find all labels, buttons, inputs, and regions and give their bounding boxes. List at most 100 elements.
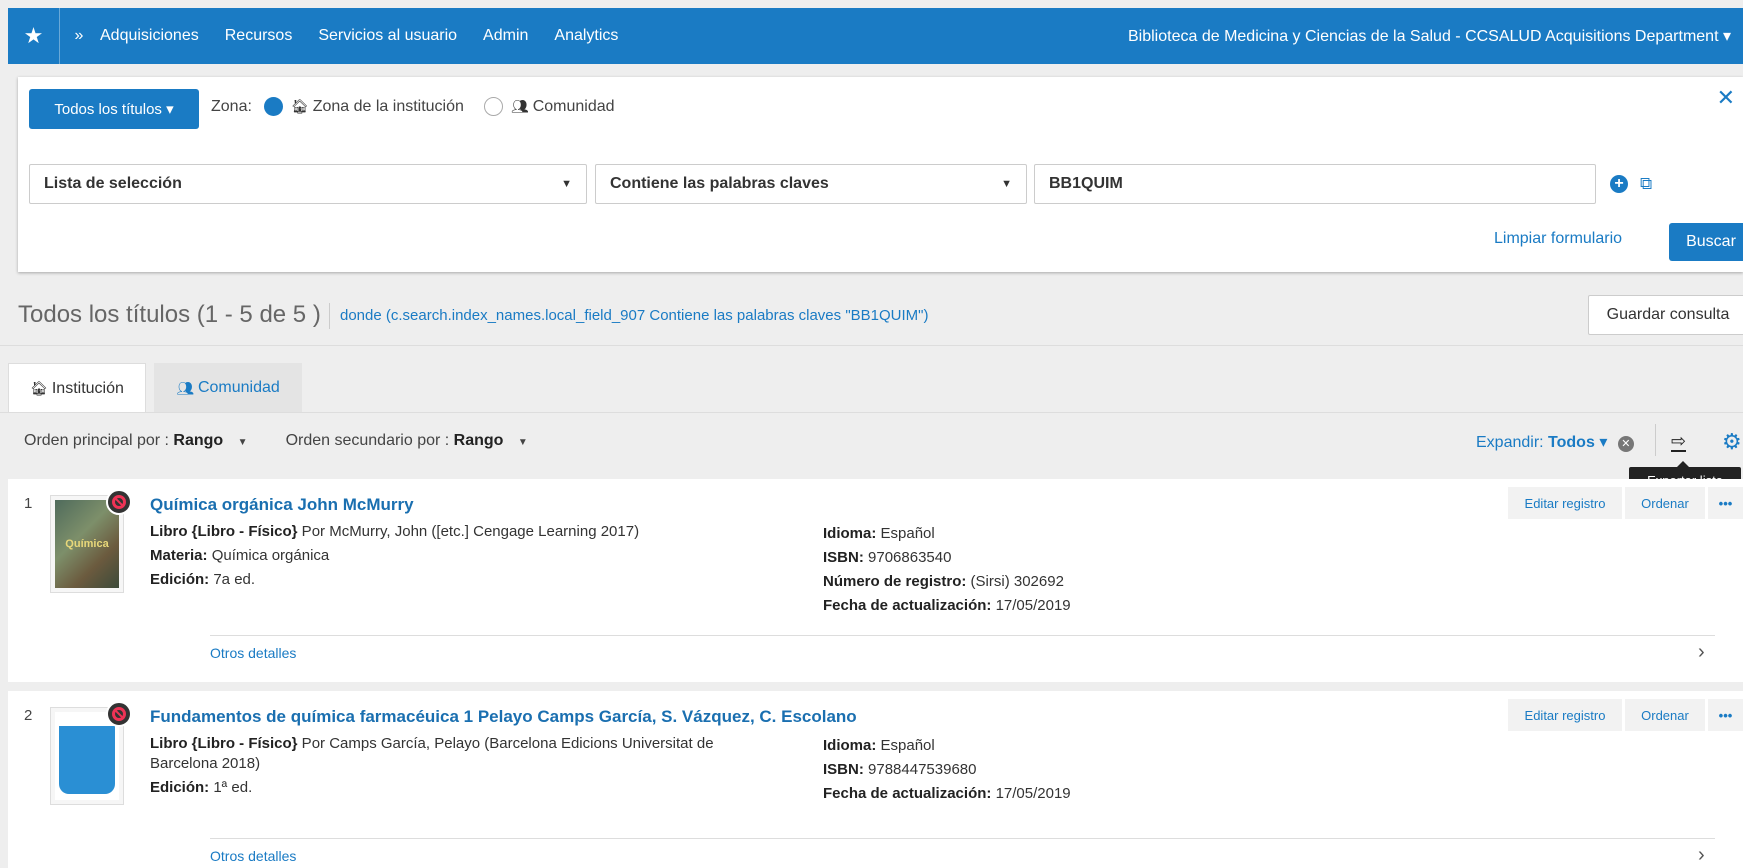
expand-value: Todos [1548, 434, 1595, 451]
format-label: Libro {Libro - Físico} [150, 523, 298, 540]
more-actions-button[interactable]: ••• [1708, 699, 1743, 731]
nav-adquisiciones[interactable]: Adquisiciones [100, 27, 199, 45]
zone-label: Zona: [211, 97, 252, 115]
field-select[interactable]: Lista de selección ▼ [29, 164, 587, 204]
search-value: BB1QUIM [1049, 175, 1123, 192]
result-number: 2 [24, 707, 33, 724]
edition-label: Edición: [150, 571, 210, 588]
expand-label: Expandir: [1476, 434, 1544, 451]
home-icon: 🏠︎ [290, 98, 309, 114]
record-details-right: Idioma: Español ISBN: 9706863540 Número … [823, 522, 1071, 618]
institution-menu[interactable]: Biblioteca de Medicina y Ciencias de la … [1128, 26, 1731, 46]
order-button[interactable]: Ordenar [1625, 699, 1705, 731]
nav-servicios[interactable]: Servicios al usuario [318, 27, 457, 45]
export-icon[interactable]: ⇨ [1671, 432, 1687, 452]
caret-down-icon: ▾ [1599, 434, 1608, 451]
language-value: Español [880, 737, 935, 754]
operator-select[interactable]: Contiene las palabras claves ▼ [595, 164, 1027, 204]
caret-down-icon: ▾ [166, 101, 174, 118]
clear-expand-icon[interactable]: ✕ [1617, 436, 1634, 452]
other-details-link[interactable]: Otros detalles [210, 645, 296, 661]
clear-form-link[interactable]: Limpiar formulario [1494, 230, 1622, 248]
field-select-value: Lista de selección [44, 175, 182, 192]
radio-zone-institution[interactable] [263, 97, 283, 116]
language-value: Español [880, 525, 935, 542]
close-icon[interactable]: ✕ [1717, 85, 1735, 111]
edit-record-button[interactable]: Editar registro [1508, 699, 1622, 731]
search-button[interactable]: Buscar [1669, 223, 1743, 261]
chevron-right-icon[interactable]: › [1698, 844, 1705, 867]
caret-down-icon: ▾ [1722, 28, 1731, 45]
caret-down-icon: ▼ [561, 178, 572, 190]
cover-text: Química [55, 500, 119, 588]
radio-zone-community[interactable] [483, 97, 503, 116]
save-query-button[interactable]: Guardar consulta [1588, 295, 1743, 335]
top-nav-bar: ★ » Adquisiciones Recursos Servicios al … [8, 8, 1743, 64]
nav-recursos[interactable]: Recursos [225, 27, 293, 45]
divider [210, 635, 1715, 636]
language-label: Idioma: [823, 525, 877, 542]
operator-select-value: Contiene las palabras claves [610, 175, 829, 192]
caret-down-icon: ▼ [517, 437, 528, 448]
language-label: Idioma: [823, 737, 877, 754]
secondary-sort-label: Orden secundario por : [285, 432, 450, 449]
record-details-left: Libro {Libro - Físico} Por Camps García,… [150, 734, 770, 802]
divider [210, 838, 1715, 839]
updated-value: 17/05/2019 [995, 597, 1071, 614]
other-details-link[interactable]: Otros detalles [210, 848, 296, 864]
record-title-link[interactable]: Química orgánica John McMurry [150, 495, 414, 515]
primary-sort-label: Orden principal por : [24, 432, 169, 449]
updated-value: 17/05/2019 [995, 785, 1071, 802]
add-condition-icon[interactable]: + [1610, 175, 1628, 193]
edition-value: 7a ed. [213, 571, 256, 588]
search-value-input[interactable]: BB1QUIM [1034, 164, 1596, 204]
double-chevron-icon[interactable]: » [66, 27, 92, 45]
order-button[interactable]: Ordenar [1625, 487, 1705, 519]
tab-institution-label: Institución [51, 379, 124, 397]
edition-value: 1ª ed. [213, 779, 253, 796]
users-icon: 👥︎ [510, 98, 529, 114]
nav-admin[interactable]: Admin [483, 27, 528, 45]
isbn-value: 9788447539680 [868, 761, 977, 778]
zone-institution-label[interactable]: Zona de la institución [313, 98, 464, 116]
subject-label: Materia: [150, 547, 208, 564]
unavailable-icon [106, 701, 132, 727]
zone-community-label[interactable]: Comunidad [533, 98, 615, 116]
users-icon: 👥︎ [176, 379, 194, 396]
record-details-right: Idioma: Español ISBN: 9788447539680 Fech… [823, 734, 1071, 806]
edition-label: Edición: [150, 779, 210, 796]
scope-dropdown-button[interactable]: Todos los títulos ▾ [29, 89, 199, 129]
author-publisher: Por McMurry, John ([etc.] Cengage Learni… [297, 523, 640, 540]
record-title-link[interactable]: Fundamentos de química farmacéuica 1 Pel… [150, 707, 857, 727]
updated-label: Fecha de actualización: [823, 785, 992, 802]
expand-control[interactable]: Expandir: Todos ▾ ✕ [1476, 432, 1634, 452]
tab-institution[interactable]: 🏠︎ Institución [8, 363, 146, 413]
format-label: Libro {Libro - Físico} [150, 735, 298, 752]
chevron-right-icon[interactable]: › [1698, 641, 1705, 664]
copy-icon[interactable]: ⧉ [1640, 174, 1652, 194]
divider [0, 412, 1743, 413]
zone-selector: Zona: 🏠︎ Zona de la institución 👥︎ Comun… [211, 97, 615, 116]
tab-community-label: Comunidad [197, 379, 280, 396]
primary-sort-value: Rango [173, 432, 224, 449]
gear-icon[interactable]: ⚙ [1722, 429, 1742, 455]
record-number-value: (Sirsi) 302692 [970, 573, 1064, 590]
result-row: 1 Química Química orgánica John McMurry … [8, 479, 1743, 682]
search-panel: Todos los títulos ▾ Zona: 🏠︎ Zona de la … [18, 77, 1743, 272]
subject-value: Química orgánica [211, 547, 330, 564]
secondary-sort[interactable]: Orden secundario por : Rango ▼ [286, 432, 528, 450]
results-header: Todos los títulos (1 - 5 de 5 ) donde (c… [0, 287, 1743, 345]
tab-community[interactable]: 👥︎ Comunidad [154, 363, 302, 413]
nav-analytics[interactable]: Analytics [554, 27, 618, 45]
divider [0, 345, 1743, 346]
primary-sort[interactable]: Orden principal por : Rango ▼ [24, 432, 248, 450]
more-actions-button[interactable]: ••• [1708, 487, 1743, 519]
star-icon[interactable]: ★ [8, 8, 60, 64]
home-icon: 🏠︎ [30, 380, 48, 396]
edit-record-button[interactable]: Editar registro [1508, 487, 1622, 519]
secondary-sort-value: Rango [453, 432, 504, 449]
divider [1655, 424, 1656, 456]
unavailable-icon [106, 489, 132, 515]
results-query-link[interactable]: donde (c.search.index_names.local_field_… [340, 307, 928, 324]
isbn-value: 9706863540 [868, 549, 952, 566]
